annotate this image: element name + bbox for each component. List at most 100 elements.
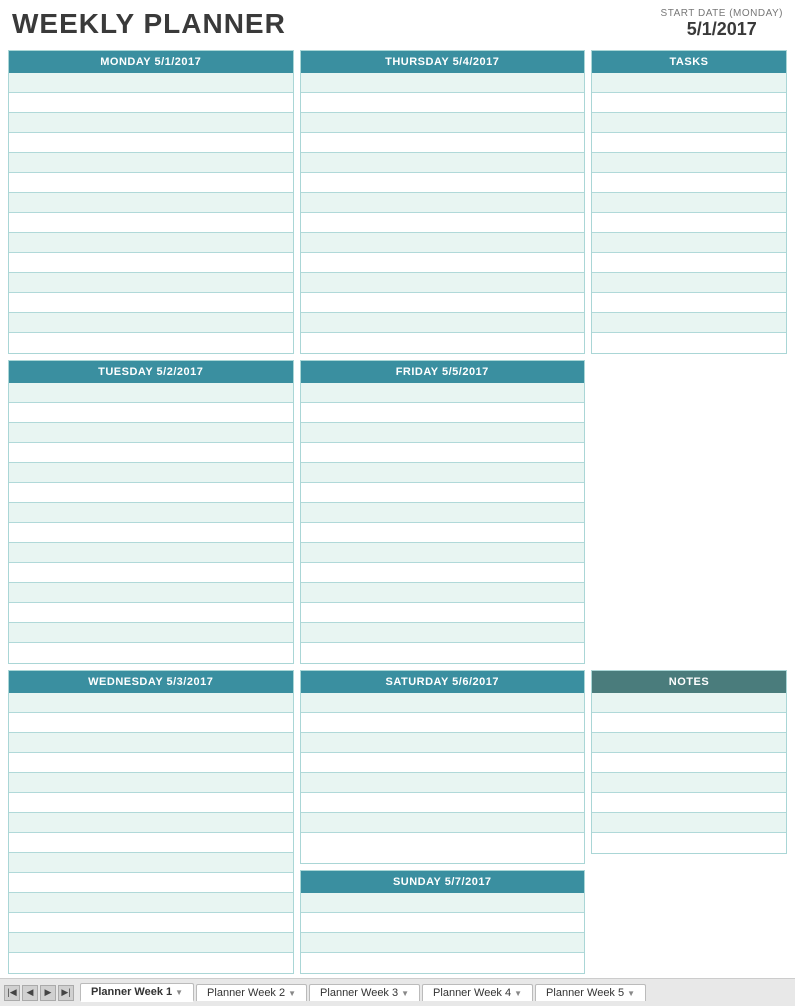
tab-week4[interactable]: Planner Week 4 ▼ [422, 984, 533, 1001]
table-row[interactable] [301, 313, 585, 333]
table-row[interactable] [301, 153, 585, 173]
table-row[interactable] [301, 503, 585, 523]
table-row[interactable] [301, 423, 585, 443]
table-row[interactable] [9, 853, 293, 873]
table-row[interactable] [592, 113, 786, 133]
table-row[interactable] [592, 273, 786, 293]
table-row[interactable] [301, 543, 585, 563]
table-row[interactable] [301, 893, 585, 913]
table-row[interactable] [592, 93, 786, 113]
tab-week2[interactable]: Planner Week 2 ▼ [196, 984, 307, 1001]
table-row[interactable] [9, 833, 293, 853]
table-row[interactable] [301, 273, 585, 293]
table-row[interactable] [301, 483, 585, 503]
table-row[interactable] [592, 253, 786, 273]
table-row[interactable] [592, 773, 786, 793]
table-row[interactable] [9, 873, 293, 893]
table-row[interactable] [592, 693, 786, 713]
table-row[interactable] [301, 463, 585, 483]
table-row[interactable] [301, 693, 585, 713]
table-row[interactable] [301, 113, 585, 133]
table-row[interactable] [592, 133, 786, 153]
table-row[interactable] [592, 813, 786, 833]
table-row[interactable] [301, 933, 585, 953]
table-row[interactable] [9, 423, 293, 443]
tab-first-btn[interactable]: |◀ [4, 985, 20, 1001]
table-row[interactable] [301, 563, 585, 583]
table-row[interactable] [592, 313, 786, 333]
table-row[interactable] [592, 333, 786, 353]
table-row[interactable] [301, 813, 585, 833]
table-row[interactable] [9, 753, 293, 773]
table-row[interactable] [301, 733, 585, 753]
table-row[interactable] [9, 73, 293, 93]
tab-week3[interactable]: Planner Week 3 ▼ [309, 984, 420, 1001]
table-row[interactable] [9, 503, 293, 523]
table-row[interactable] [9, 233, 293, 253]
table-row[interactable] [9, 383, 293, 403]
table-row[interactable] [9, 623, 293, 643]
table-row[interactable] [9, 953, 293, 973]
table-row[interactable] [301, 333, 585, 353]
table-row[interactable] [592, 293, 786, 313]
table-row[interactable] [592, 833, 786, 853]
table-row[interactable] [592, 753, 786, 773]
table-row[interactable] [9, 463, 293, 483]
table-row[interactable] [9, 93, 293, 113]
table-row[interactable] [9, 893, 293, 913]
table-row[interactable] [9, 113, 293, 133]
table-row[interactable] [9, 213, 293, 233]
table-row[interactable] [9, 443, 293, 463]
table-row[interactable] [9, 733, 293, 753]
table-row[interactable] [301, 443, 585, 463]
table-row[interactable] [592, 793, 786, 813]
tab-week5[interactable]: Planner Week 5 ▼ [535, 984, 646, 1001]
table-row[interactable] [9, 333, 293, 353]
table-row[interactable] [301, 93, 585, 113]
tab-next-btn[interactable]: ▶ [40, 985, 56, 1001]
table-row[interactable] [592, 733, 786, 753]
table-row[interactable] [301, 293, 585, 313]
table-row[interactable] [9, 693, 293, 713]
table-row[interactable] [9, 293, 293, 313]
table-row[interactable] [9, 813, 293, 833]
table-row[interactable] [9, 773, 293, 793]
table-row[interactable] [301, 773, 585, 793]
table-row[interactable] [9, 933, 293, 953]
table-row[interactable] [301, 833, 585, 853]
table-row[interactable] [9, 193, 293, 213]
table-row[interactable] [9, 543, 293, 563]
table-row[interactable] [301, 793, 585, 813]
table-row[interactable] [9, 713, 293, 733]
tab-prev-btn[interactable]: ◀ [22, 985, 38, 1001]
table-row[interactable] [301, 213, 585, 233]
table-row[interactable] [592, 153, 786, 173]
table-row[interactable] [592, 173, 786, 193]
table-row[interactable] [301, 713, 585, 733]
table-row[interactable] [301, 253, 585, 273]
table-row[interactable] [9, 483, 293, 503]
table-row[interactable] [301, 193, 585, 213]
table-row[interactable] [301, 173, 585, 193]
table-row[interactable] [9, 403, 293, 423]
table-row[interactable] [301, 953, 585, 973]
table-row[interactable] [592, 213, 786, 233]
table-row[interactable] [301, 133, 585, 153]
table-row[interactable] [9, 793, 293, 813]
table-row[interactable] [301, 73, 585, 93]
table-row[interactable] [301, 583, 585, 603]
table-row[interactable] [301, 913, 585, 933]
table-row[interactable] [301, 403, 585, 423]
table-row[interactable] [301, 643, 585, 663]
table-row[interactable] [301, 383, 585, 403]
tab-week1[interactable]: Planner Week 1 ▼ [80, 983, 194, 1002]
table-row[interactable] [592, 713, 786, 733]
table-row[interactable] [301, 523, 585, 543]
table-row[interactable] [301, 603, 585, 623]
table-row[interactable] [592, 193, 786, 213]
table-row[interactable] [9, 603, 293, 623]
table-row[interactable] [301, 623, 585, 643]
table-row[interactable] [9, 313, 293, 333]
table-row[interactable] [9, 173, 293, 193]
table-row[interactable] [9, 133, 293, 153]
